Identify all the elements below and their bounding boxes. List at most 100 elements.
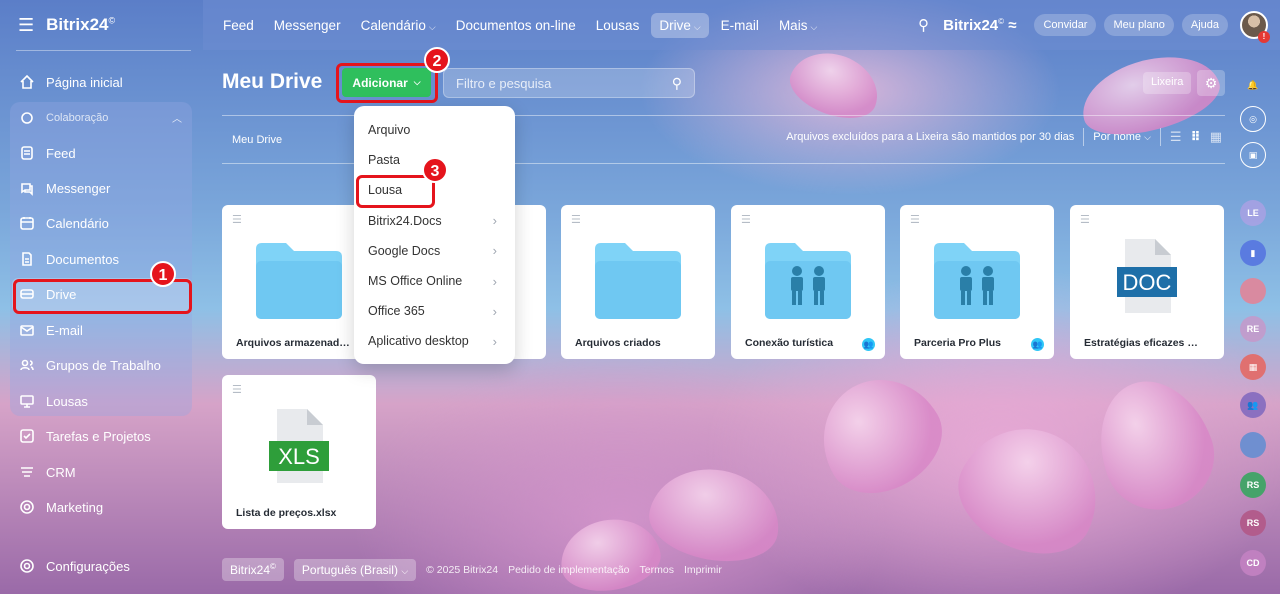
rail-avatar-image[interactable] (1240, 432, 1266, 458)
svg-text:XLS: XLS (278, 444, 320, 469)
file-tile[interactable]: ☰ Conexão turística 👥 (731, 205, 885, 359)
topnav-item-boards[interactable]: Lousas (596, 18, 640, 33)
drag-handle-icon[interactable]: ☰ (741, 213, 751, 226)
marketing-icon (18, 498, 36, 516)
rail-avatar-image[interactable] (1240, 278, 1266, 304)
chevron-down-icon: ⌵ (693, 21, 701, 32)
sidebar-item-marketing[interactable]: Marketing (18, 493, 103, 521)
menu-item-google-docs[interactable]: Google Docs › (354, 236, 515, 266)
drag-handle-icon[interactable]: ☰ (1080, 213, 1090, 226)
chevron-down-icon: ⌵ (1144, 132, 1151, 142)
xls-file-icon: XLS (269, 409, 329, 483)
menu-item-file[interactable]: Arquivo (354, 115, 515, 145)
menu-icon[interactable]: ☰ (18, 15, 34, 36)
menu-item-ms-office-online[interactable]: MS Office Online › (354, 266, 515, 296)
group-icon[interactable]: 👥 (1240, 392, 1266, 418)
footer-link-print[interactable]: Imprimir (684, 564, 722, 576)
grid-view-icon[interactable]: ⠿ (1191, 129, 1201, 145)
language-selector[interactable]: Português (Brasil) ⌵ (293, 558, 417, 581)
tile-name: Parceria Pro Plus (914, 337, 1001, 349)
topnav-item-more[interactable]: Mais ⌵ (779, 18, 817, 33)
sidebar-item-crm[interactable]: CRM (18, 458, 76, 486)
my-plan-button[interactable]: Meu plano (1104, 14, 1174, 36)
shared-badge-icon: 👥 (862, 338, 875, 351)
gear-icon[interactable]: ⚙ (1197, 70, 1225, 96)
file-tile[interactable]: ☰ Arquivos armazenados (222, 205, 376, 359)
topnav-item-calendar[interactable]: Calendário ⌵ (361, 18, 436, 33)
doc-file-icon: DOC (1117, 239, 1177, 313)
help-button[interactable]: Ajuda (1181, 14, 1228, 36)
rail-avatar[interactable]: RS (1240, 472, 1266, 498)
bell-icon[interactable]: 🔔 (1240, 72, 1266, 98)
shared-folder-icon (765, 243, 851, 319)
drag-handle-icon[interactable]: ☰ (232, 383, 242, 396)
rail-avatar[interactable]: CD (1240, 550, 1266, 576)
chevron-right-icon: › (492, 243, 497, 259)
annotation-marker-3: 3 (422, 157, 448, 183)
chevron-down-icon: ⌵ (810, 21, 818, 32)
calendar-icon[interactable]: ▦ (1240, 354, 1266, 380)
drag-handle-icon[interactable]: ☰ (232, 213, 242, 226)
search-icon[interactable]: ⚲ (918, 16, 929, 34)
sidebar-item-boards[interactable]: Lousas (18, 387, 88, 415)
alert-badge: ! (1258, 31, 1270, 43)
breadcrumb[interactable]: Meu Drive (232, 134, 282, 146)
menu-item-office-365[interactable]: Office 365 › (354, 296, 515, 326)
rail-avatar[interactable]: RE (1240, 316, 1266, 342)
target-icon[interactable]: ◎ (1240, 106, 1266, 132)
file-tile[interactable]: ☰ Parceria Pro Plus 👥 (900, 205, 1054, 359)
tile-name: Conexão turística (745, 337, 834, 349)
sidebar-item-messenger[interactable]: Messenger (18, 174, 110, 202)
sidebar-item-home[interactable]: Página inicial (18, 68, 123, 96)
tile-name: Lista de preços.xlsx (236, 507, 337, 519)
footer-brand-button[interactable]: Bitrix24© (222, 558, 284, 581)
sidebar-group-collaboration[interactable]: Colaboração (18, 104, 108, 132)
rail-avatar[interactable]: LE (1240, 200, 1266, 226)
topnav-item-messenger[interactable]: Messenger (274, 18, 341, 33)
list-view-icon[interactable]: ☰ (1170, 129, 1182, 145)
page-title: Meu Drive (222, 70, 323, 93)
sidebar-item-feed[interactable]: Feed (18, 139, 76, 167)
header-logo[interactable]: Bitrix24© ≈ (943, 17, 1016, 34)
sidebar-item-email[interactable]: E-mail (18, 316, 83, 344)
topnav-item-email[interactable]: E-mail (721, 18, 759, 33)
topnav-item-drive[interactable]: Drive ⌵ (651, 12, 709, 38)
menu-item-bitrix24-docs[interactable]: Bitrix24.Docs › (354, 206, 515, 236)
sidebar-item-groups[interactable]: Grupos de Trabalho (18, 351, 161, 379)
user-avatar[interactable]: ! (1240, 11, 1270, 43)
annotation-highlight-add (336, 63, 438, 103)
search-input[interactable]: ⚲ (443, 68, 695, 98)
footer-link-terms[interactable]: Termos (640, 564, 674, 576)
large-tiles-icon[interactable]: ▦ (1210, 129, 1222, 145)
rail-avatar[interactable]: RS (1240, 510, 1266, 536)
invite-button[interactable]: Convidar (1034, 14, 1097, 36)
topnav-item-feed[interactable]: Feed (223, 18, 254, 33)
file-tile[interactable]: ☰ XLS Lista de preços.xlsx (222, 375, 376, 529)
file-tile[interactable]: ☰ DOC Estratégias eficazes de ma... (1070, 205, 1224, 359)
sidebar-item-settings[interactable]: Configurações (18, 552, 130, 580)
folder-icon (256, 243, 342, 319)
chevron-up-icon[interactable]: ︿ (172, 110, 182, 125)
trash-button[interactable]: Lixeira (1143, 72, 1192, 94)
chat-icon[interactable]: ▣ (1240, 142, 1266, 168)
filter-field[interactable] (456, 75, 666, 91)
topnav-item-documents[interactable]: Documentos on-line (456, 18, 576, 33)
chevron-right-icon: › (492, 333, 497, 349)
menu-item-desktop-app[interactable]: Aplicativo desktop › (354, 326, 515, 356)
drag-handle-icon[interactable]: ☰ (910, 213, 920, 226)
footer-link-implementation[interactable]: Pedido de implementação (508, 564, 629, 576)
sidebar-item-tasks[interactable]: Tarefas e Projetos (18, 422, 151, 450)
tasks-icon (18, 427, 36, 445)
file-tile[interactable]: ☰ Arquivos criados (561, 205, 715, 359)
trash-retention-notice: Arquivos excluídos para a Lixeira são ma… (786, 131, 1075, 143)
sidebar-item-documents[interactable]: Documentos (18, 245, 119, 273)
collaboration-icon (18, 109, 36, 127)
sidebar-item-calendar[interactable]: Calendário (18, 209, 109, 237)
crm-icon (18, 463, 36, 481)
search-icon[interactable]: ⚲ (672, 75, 682, 92)
bookmark-icon[interactable]: ▮ (1240, 240, 1266, 266)
toolbar-divider (1083, 128, 1085, 146)
drag-handle-icon[interactable]: ☰ (571, 213, 581, 226)
app-logo[interactable]: Bitrix24© (46, 15, 115, 35)
sort-dropdown[interactable]: Por nome ⌵ (1093, 131, 1151, 143)
